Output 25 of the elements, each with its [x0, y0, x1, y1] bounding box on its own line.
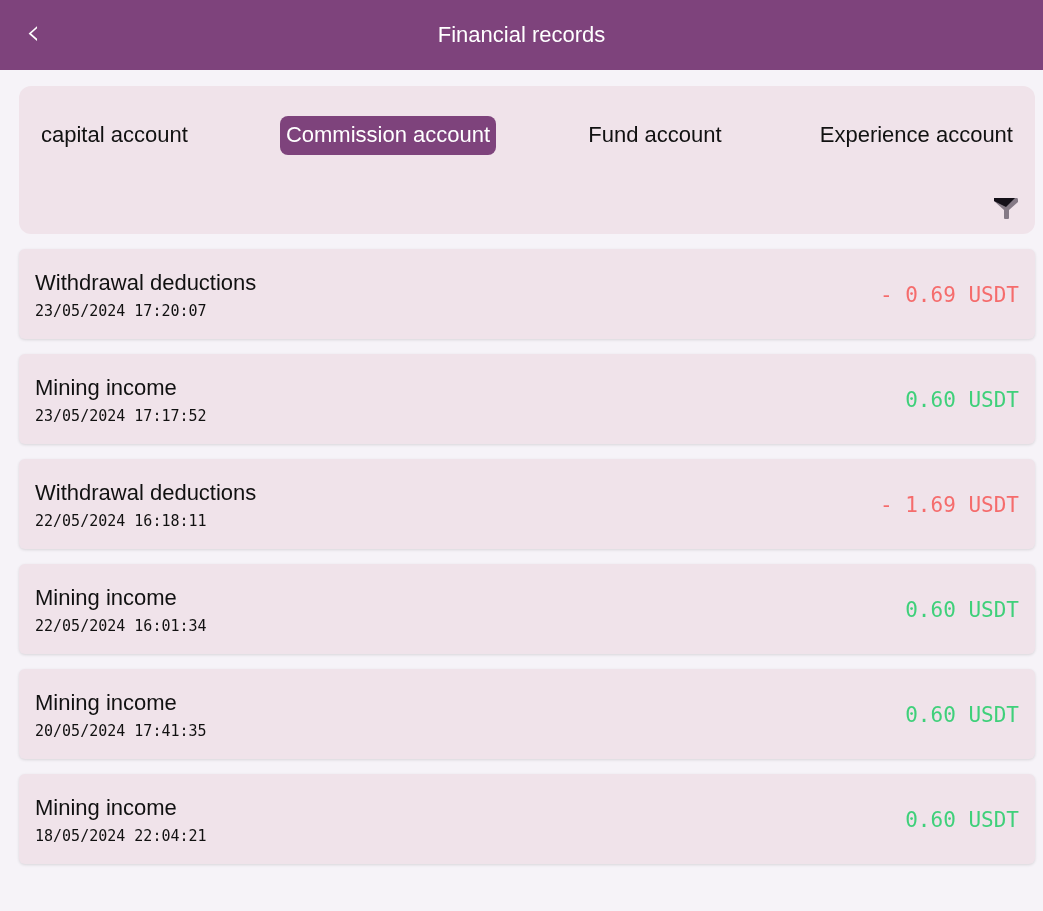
- record-amount: 0.60 USDT: [905, 388, 1019, 412]
- record-date: 22/05/2024 16:18:11: [35, 512, 208, 530]
- record-date: 23/05/2024 17:17:52: [35, 407, 207, 425]
- record-title: Mining income: [35, 375, 178, 401]
- record-amount: 0.60 USDT: [905, 808, 1019, 832]
- account-tab[interactable]: capital account: [35, 116, 194, 155]
- record-date: 23/05/2024 17:20:07: [35, 302, 208, 320]
- record-title: Mining income: [35, 795, 178, 821]
- account-tab[interactable]: Commission account: [279, 116, 497, 155]
- record-amount: - 0.69 USDT: [879, 283, 1019, 307]
- account-tab[interactable]: Experience account: [813, 116, 1019, 155]
- record-date: 22/05/2024 16:01:34: [35, 617, 207, 635]
- record-date: 20/05/2024 17:41:35: [35, 722, 207, 740]
- record-amount: 0.60 USDT: [905, 598, 1019, 622]
- page-title: Financial records: [437, 22, 606, 48]
- record-date: 18/05/2024 22:04:21: [35, 827, 207, 845]
- record-title: Mining income: [35, 585, 178, 611]
- record-title: Withdrawal deductions: [35, 270, 257, 296]
- account-tab[interactable]: Fund account: [582, 116, 728, 155]
- back-button[interactable]: ‹: [22, 14, 45, 50]
- record-amount: - 1.69 USDT: [879, 493, 1019, 517]
- record-title: Withdrawal deductions: [35, 480, 257, 506]
- record-amount: 0.60 USDT: [905, 703, 1019, 727]
- filter-icon[interactable]: [993, 196, 1019, 220]
- record-title: Mining income: [35, 690, 178, 716]
